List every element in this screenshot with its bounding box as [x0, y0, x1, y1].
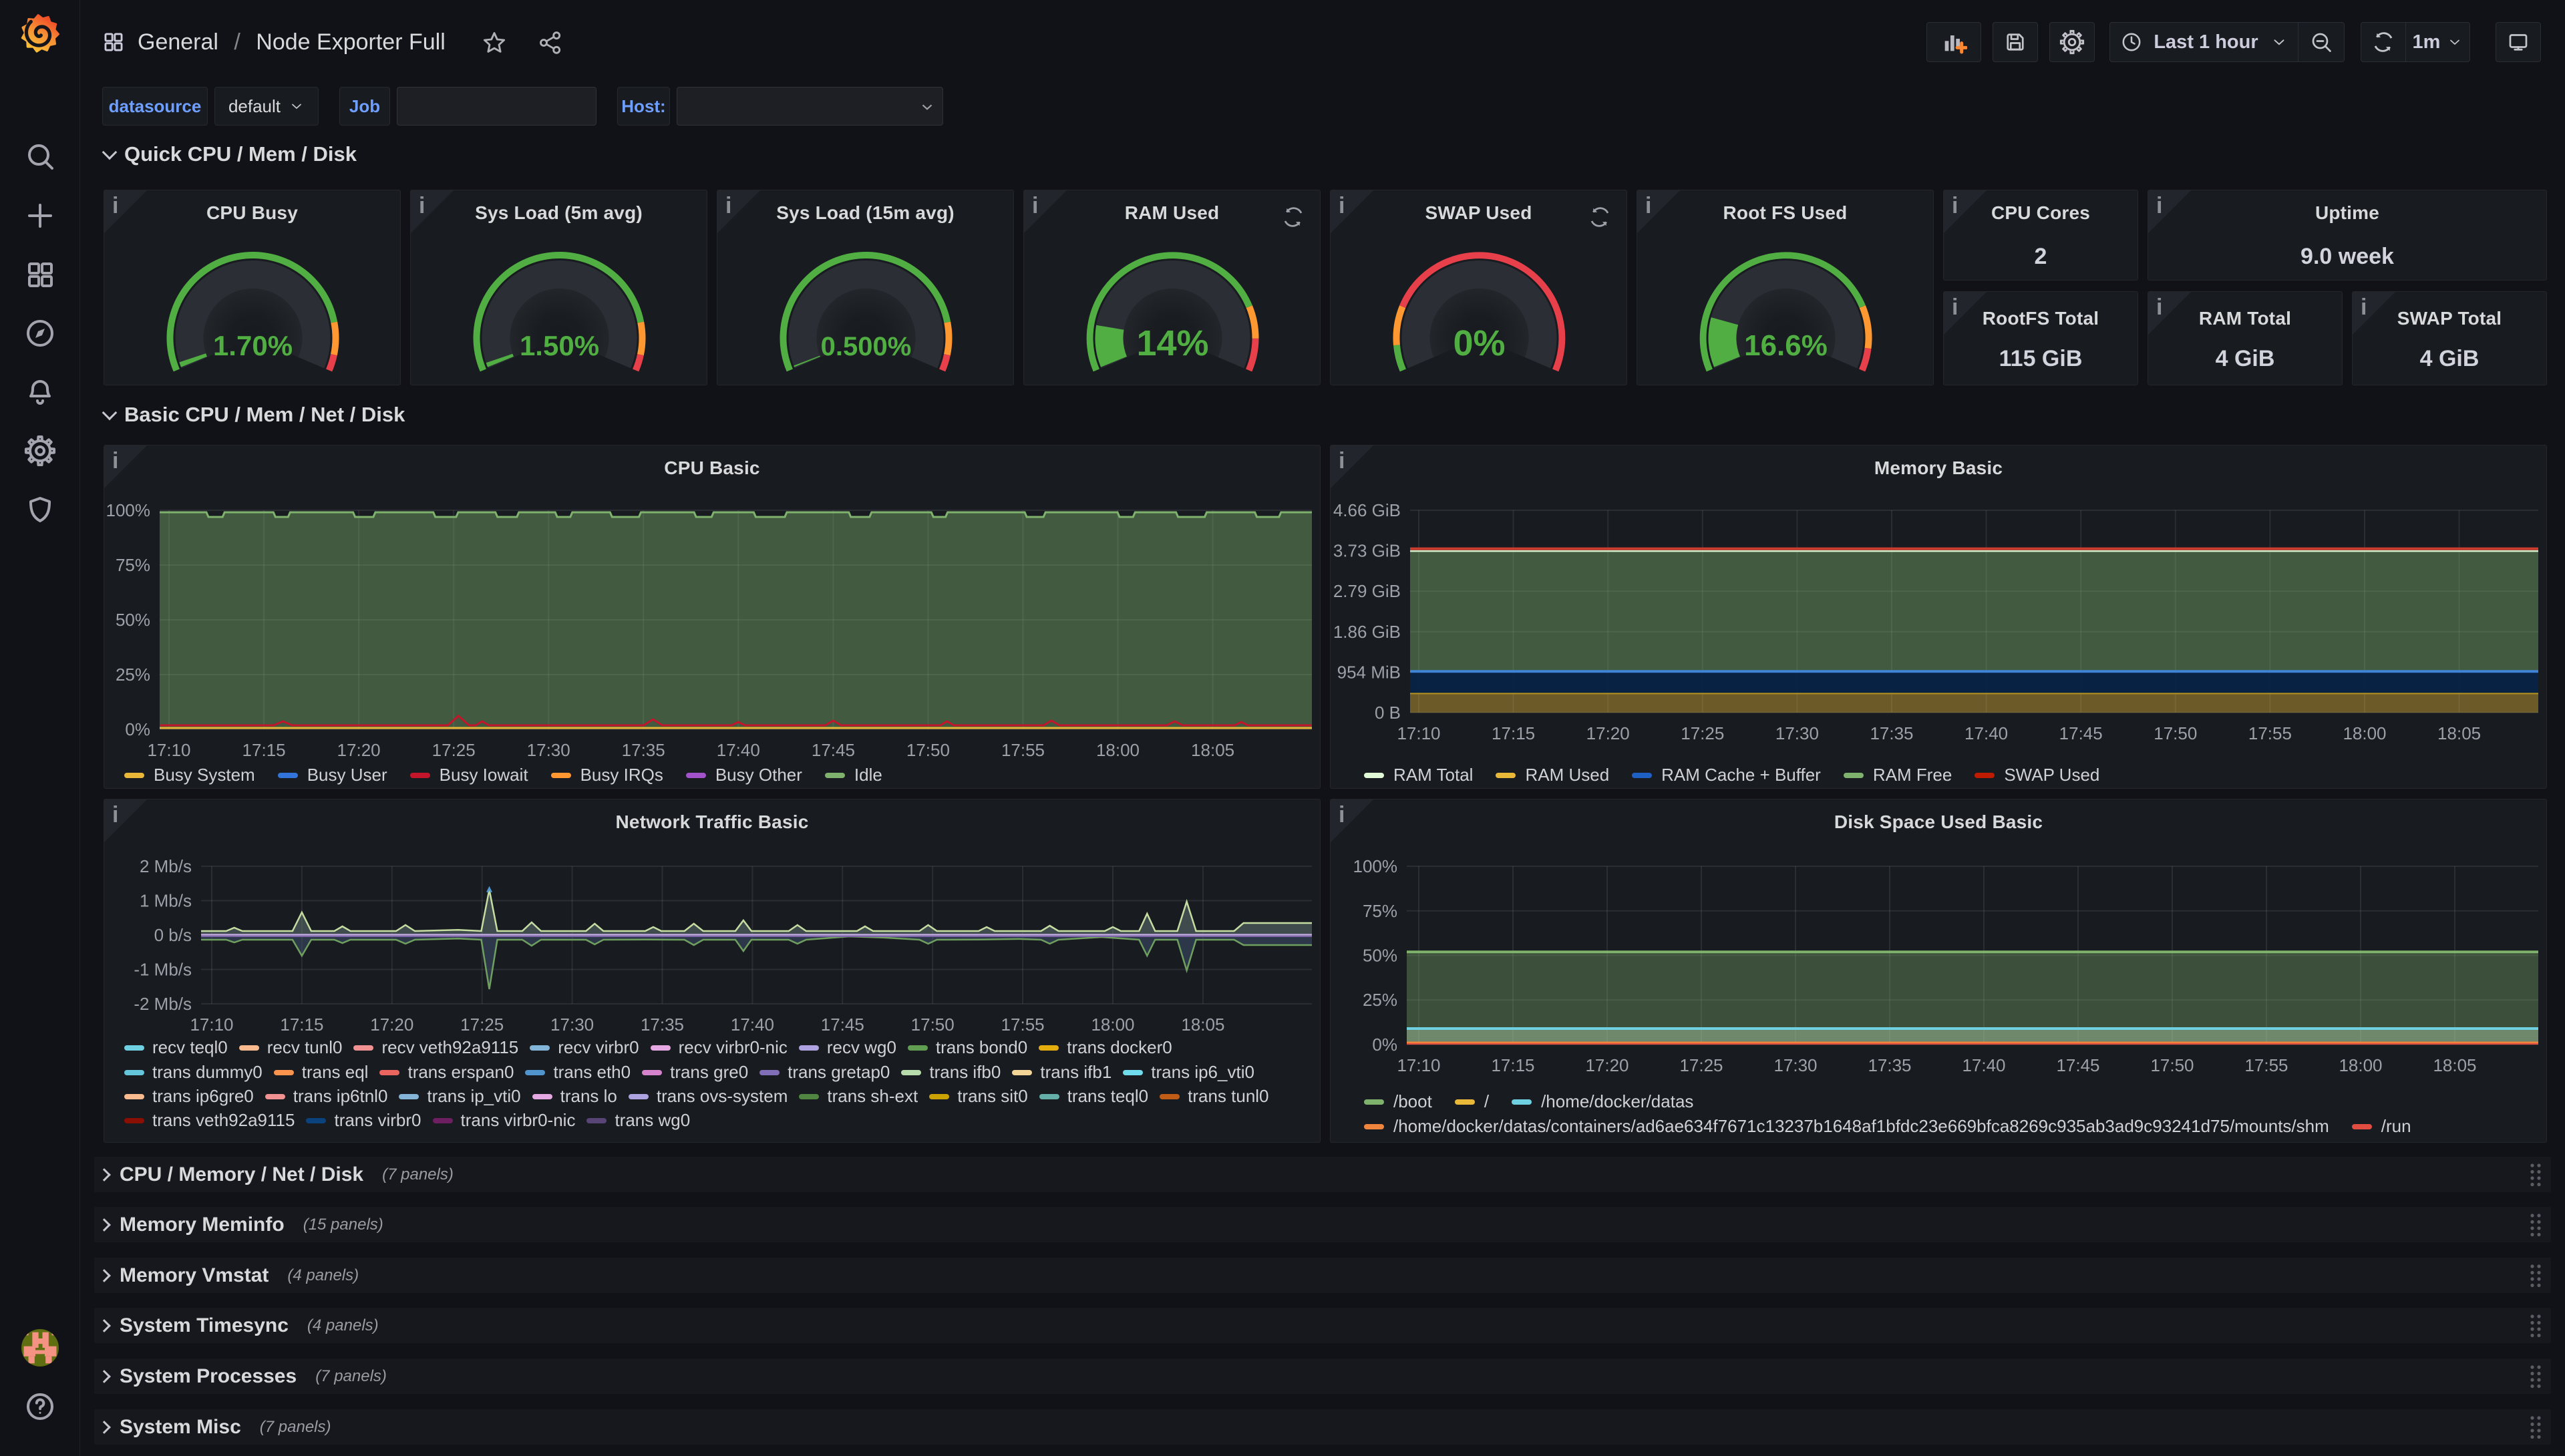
- svg-text:17:35: 17:35: [641, 1015, 684, 1035]
- svg-text:100%: 100%: [1353, 856, 1398, 876]
- svg-text:0 B: 0 B: [1375, 703, 1401, 723]
- svg-text:17:50: 17:50: [911, 1015, 955, 1035]
- svg-text:-1 Mb/s: -1 Mb/s: [134, 960, 192, 980]
- svg-text:3.73 GiB: 3.73 GiB: [1333, 541, 1401, 561]
- svg-text:17:10: 17:10: [1397, 1055, 1440, 1075]
- svg-text:14%: 14%: [1136, 323, 1208, 363]
- svg-text:17:15: 17:15: [1492, 723, 1535, 743]
- svg-text:18:00: 18:00: [1096, 740, 1140, 760]
- svg-text:17:15: 17:15: [1491, 1055, 1534, 1075]
- svg-text:17:45: 17:45: [821, 1015, 864, 1035]
- svg-text:17:25: 17:25: [460, 1015, 504, 1035]
- svg-text:4.66 GiB: 4.66 GiB: [1333, 500, 1401, 520]
- svg-text:954 MiB: 954 MiB: [1337, 662, 1401, 682]
- svg-text:1.86 GiB: 1.86 GiB: [1333, 622, 1401, 642]
- svg-text:17:15: 17:15: [280, 1015, 323, 1035]
- svg-text:1.70%: 1.70%: [213, 330, 293, 361]
- svg-text:17:20: 17:20: [1586, 723, 1630, 743]
- svg-text:1.50%: 1.50%: [520, 330, 599, 361]
- svg-text:1 Mb/s: 1 Mb/s: [140, 891, 192, 911]
- svg-text:17:20: 17:20: [1585, 1055, 1629, 1075]
- svg-text:18:05: 18:05: [2433, 1055, 2476, 1075]
- svg-text:17:35: 17:35: [622, 740, 665, 760]
- svg-text:17:55: 17:55: [1001, 740, 1045, 760]
- svg-text:17:40: 17:40: [731, 1015, 774, 1035]
- svg-text:18:05: 18:05: [2437, 723, 2481, 743]
- svg-text:17:40: 17:40: [1962, 1055, 2005, 1075]
- svg-text:18:05: 18:05: [1181, 1015, 1224, 1035]
- svg-text:17:45: 17:45: [812, 740, 855, 760]
- svg-text:17:25: 17:25: [1679, 1055, 1723, 1075]
- svg-text:25%: 25%: [1363, 990, 1397, 1010]
- svg-text:17:50: 17:50: [906, 740, 950, 760]
- svg-text:17:25: 17:25: [432, 740, 476, 760]
- svg-text:17:45: 17:45: [2059, 723, 2103, 743]
- svg-text:17:55: 17:55: [2244, 1055, 2288, 1075]
- svg-text:17:30: 17:30: [1773, 1055, 1817, 1075]
- svg-text:75%: 75%: [1363, 901, 1397, 921]
- svg-text:0.500%: 0.500%: [821, 332, 912, 361]
- svg-text:18:00: 18:00: [2343, 723, 2386, 743]
- svg-text:17:40: 17:40: [1964, 723, 2008, 743]
- svg-text:-2 Mb/s: -2 Mb/s: [134, 994, 192, 1014]
- svg-text:17:55: 17:55: [1001, 1015, 1045, 1035]
- svg-text:2 Mb/s: 2 Mb/s: [140, 856, 192, 876]
- svg-text:17:40: 17:40: [717, 740, 760, 760]
- svg-text:17:20: 17:20: [337, 740, 381, 760]
- svg-text:17:45: 17:45: [2056, 1055, 2099, 1075]
- svg-text:0%: 0%: [125, 719, 150, 739]
- svg-text:2.79 GiB: 2.79 GiB: [1333, 581, 1401, 601]
- svg-text:17:35: 17:35: [1870, 723, 1913, 743]
- svg-text:25%: 25%: [116, 665, 150, 685]
- svg-text:17:20: 17:20: [370, 1015, 413, 1035]
- svg-text:50%: 50%: [116, 610, 150, 630]
- svg-text:18:00: 18:00: [1091, 1015, 1134, 1035]
- svg-text:17:35: 17:35: [1868, 1055, 1911, 1075]
- svg-text:17:55: 17:55: [2248, 723, 2292, 743]
- svg-text:0 b/s: 0 b/s: [154, 925, 192, 945]
- svg-text:17:10: 17:10: [147, 740, 190, 760]
- svg-text:17:25: 17:25: [1681, 723, 1724, 743]
- svg-text:50%: 50%: [1363, 946, 1397, 966]
- svg-text:16.6%: 16.6%: [1744, 329, 1828, 362]
- svg-text:100%: 100%: [106, 500, 151, 520]
- svg-text:17:15: 17:15: [242, 740, 286, 760]
- svg-text:17:50: 17:50: [2154, 723, 2197, 743]
- svg-text:17:10: 17:10: [190, 1015, 233, 1035]
- svg-text:75%: 75%: [116, 555, 150, 575]
- svg-text:17:30: 17:30: [1775, 723, 1819, 743]
- svg-text:0%: 0%: [1372, 1035, 1397, 1055]
- svg-text:17:10: 17:10: [1397, 723, 1440, 743]
- svg-text:17:30: 17:30: [527, 740, 570, 760]
- svg-text:17:50: 17:50: [2150, 1055, 2194, 1075]
- svg-text:18:05: 18:05: [1191, 740, 1234, 760]
- svg-text:18:00: 18:00: [2339, 1055, 2382, 1075]
- svg-text:17:30: 17:30: [550, 1015, 594, 1035]
- svg-text:0%: 0%: [1453, 323, 1505, 363]
